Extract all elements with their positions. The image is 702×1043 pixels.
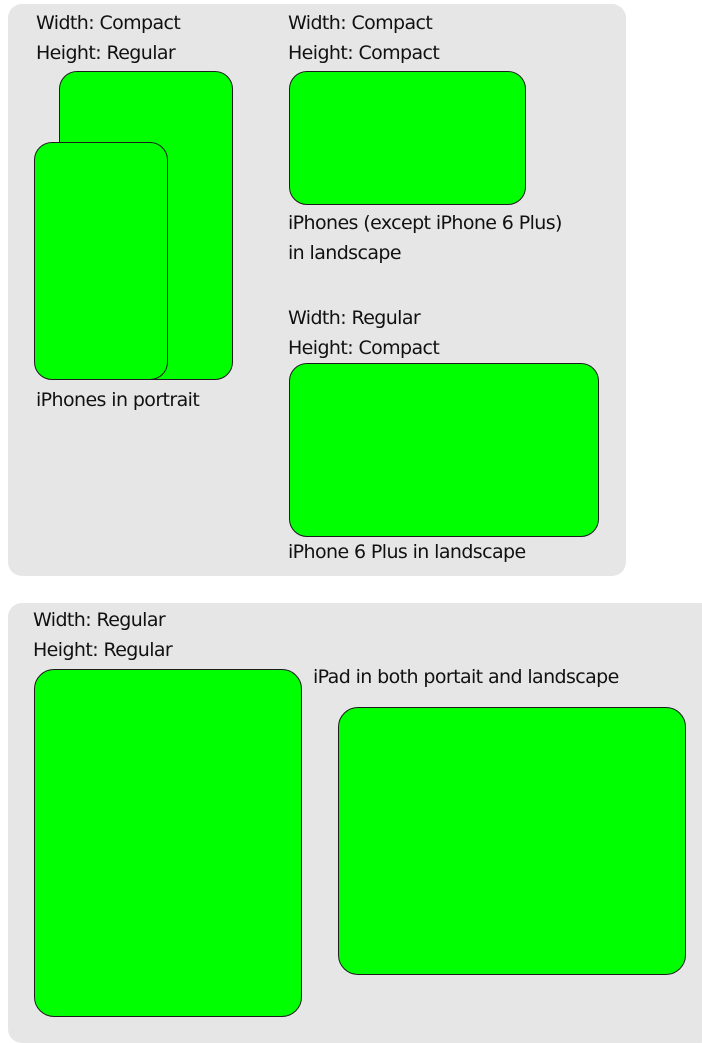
regular-regular-label: Width: Regular Height: Regular	[33, 605, 173, 665]
width-label: Width: Regular	[288, 307, 421, 329]
height-label: Height: Compact	[288, 337, 440, 359]
iphone-portrait-small-screen	[34, 142, 168, 380]
caption-line-1: iPhones (except iPhone 6 Plus)	[288, 212, 562, 234]
width-label: Width: Compact	[36, 12, 181, 34]
iphones-portrait-caption: iPhones in portrait	[36, 389, 200, 411]
iphones-landscape-caption: iPhones (except iPhone 6 Plus) in landsc…	[288, 208, 562, 268]
width-label: Width: Compact	[288, 12, 433, 34]
ipad-landscape-screen	[338, 707, 686, 975]
height-label: Height: Compact	[288, 42, 440, 64]
iphone-6-plus-caption: iPhone 6 Plus in landscape	[288, 541, 526, 563]
height-label: Height: Regular	[36, 42, 176, 64]
compact-compact-label: Width: Compact Height: Compact	[288, 8, 440, 68]
regular-compact-label: Width: Regular Height: Compact	[288, 303, 440, 363]
iphone-landscape-screen	[289, 71, 526, 205]
ipad-portrait-screen	[34, 669, 302, 1017]
ipad-caption: iPad in both portait and landscape	[313, 666, 619, 688]
width-label: Width: Regular	[33, 609, 166, 631]
compact-regular-label: Width: Compact Height: Regular	[36, 8, 181, 68]
iphone-6-plus-landscape-screen	[289, 363, 599, 537]
height-label: Height: Regular	[33, 639, 173, 661]
caption-line-2: in landscape	[288, 242, 402, 264]
